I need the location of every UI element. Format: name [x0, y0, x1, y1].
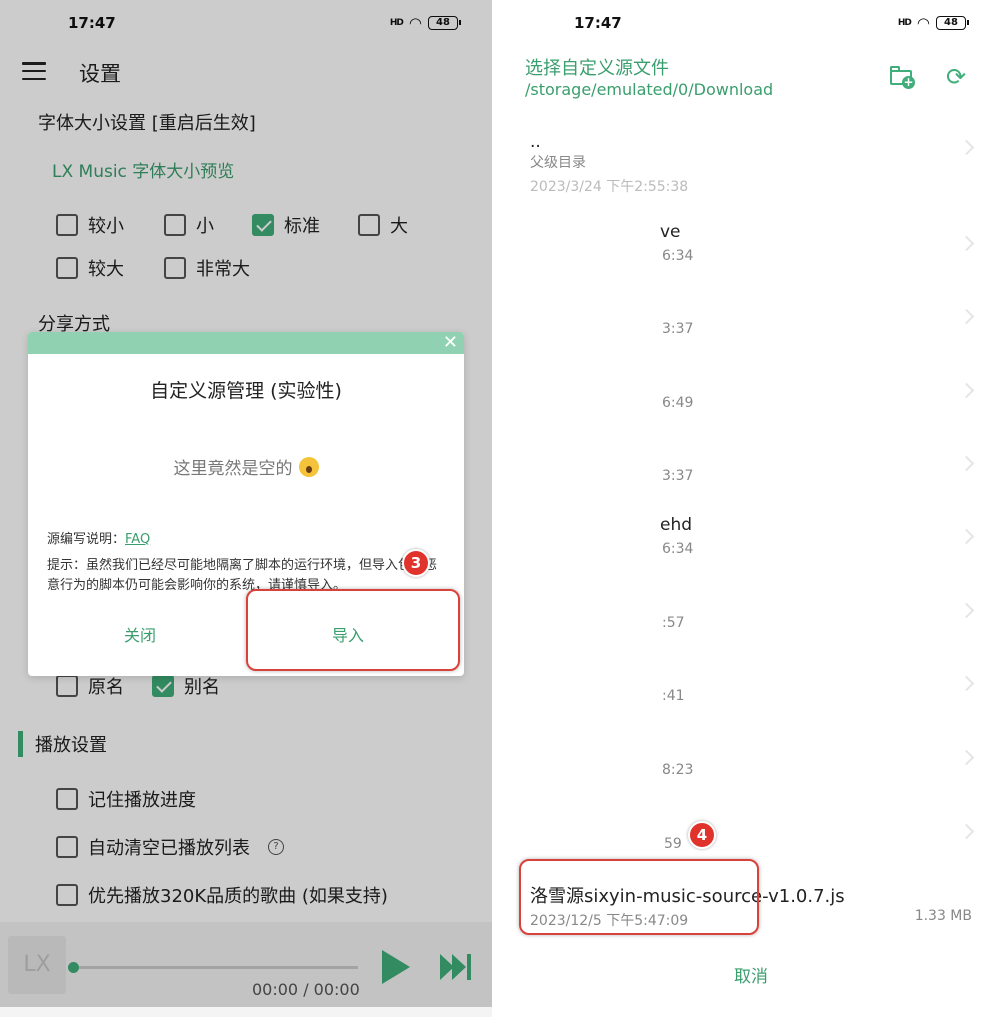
folder-row[interactable]: 8:23 — [500, 736, 1000, 809]
folder-row[interactable]: ve 6:34 — [500, 222, 1000, 295]
folder-row[interactable]: ehd 6:34 — [500, 515, 1000, 588]
status-icons: HD ◠ 48 — [897, 14, 969, 32]
new-folder-icon[interactable]: + — [890, 66, 915, 89]
dialog-header: ✕ — [28, 332, 464, 354]
chevron-right-icon — [958, 749, 975, 766]
status-bar: 17:47 HD ◠ 48 — [500, 14, 1000, 36]
chevron-right-icon — [958, 139, 975, 156]
signal-icon: HD — [897, 18, 912, 28]
file-picker-screen: 17:47 HD ◠ 48 选择自定义源文件 /storage/emulated… — [500, 0, 1000, 1017]
empty-state: 这里竟然是空的 — [28, 454, 464, 479]
settings-screen: 17:47 HD ◠ 48 设置 字体大小设置 [重启后生效] LX Music… — [0, 0, 492, 1017]
dialog-title: 自定义源管理 (实验性) — [150, 380, 342, 402]
chevron-right-icon — [958, 382, 975, 399]
faq-line: 源编写说明：FAQ — [47, 532, 151, 547]
chevron-right-icon — [958, 823, 975, 840]
step-badge-4: 4 — [688, 821, 716, 849]
close-button[interactable]: 关闭 — [124, 622, 156, 646]
chevron-right-icon — [958, 455, 975, 472]
refresh-icon[interactable]: ⟳ — [946, 63, 966, 91]
file-size: 1.33 MB — [914, 908, 972, 924]
folder-row[interactable]: :57 — [500, 589, 1000, 662]
current-path: /storage/emulated/0/Download — [525, 80, 774, 99]
battery-icon: 48 — [936, 16, 969, 30]
folder-row[interactable]: 3:37 — [500, 295, 1000, 368]
close-icon[interactable]: ✕ — [443, 332, 458, 354]
chevron-right-icon — [958, 602, 975, 619]
highlight-import — [246, 589, 460, 671]
step-badge-3: 3 — [402, 549, 430, 577]
status-time: 17:47 — [574, 14, 622, 32]
faq-link[interactable]: FAQ — [125, 532, 150, 547]
chevron-right-icon — [958, 528, 975, 545]
surprised-emoji-icon — [298, 457, 319, 477]
folder-row[interactable]: 6:49 — [500, 369, 1000, 442]
highlight-file — [519, 859, 759, 935]
cancel-button[interactable]: 取消 — [734, 962, 768, 987]
chevron-right-icon — [958, 675, 975, 692]
folder-row[interactable]: 3:37 — [500, 442, 1000, 515]
wifi-icon: ◠ — [916, 14, 930, 32]
chevron-right-icon — [958, 308, 975, 325]
chevron-right-icon — [958, 235, 975, 252]
picker-title: 选择自定义源文件 — [525, 58, 669, 79]
panel-divider — [492, 0, 500, 1017]
folder-row[interactable]: :41 — [500, 662, 1000, 735]
